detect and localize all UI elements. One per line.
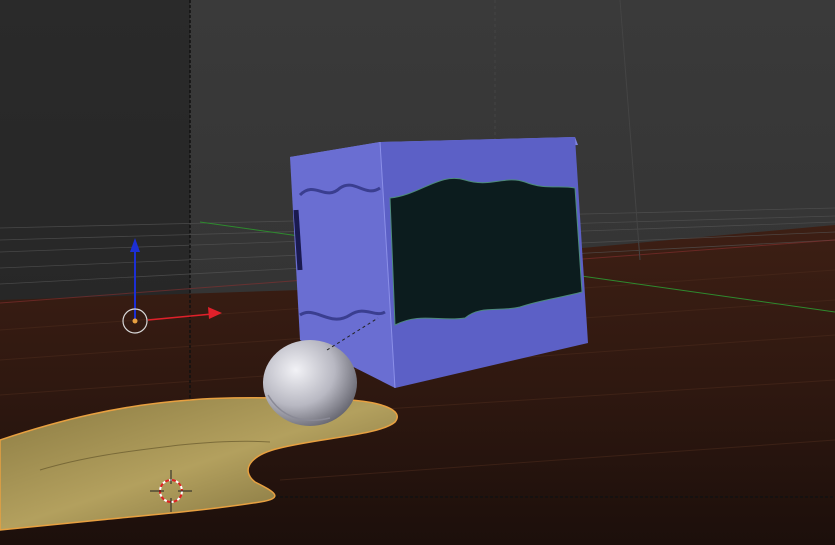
sphere-object[interactable]: [263, 340, 357, 426]
3d-viewport[interactable]: [0, 0, 835, 545]
viewport-canvas[interactable]: [0, 0, 835, 545]
